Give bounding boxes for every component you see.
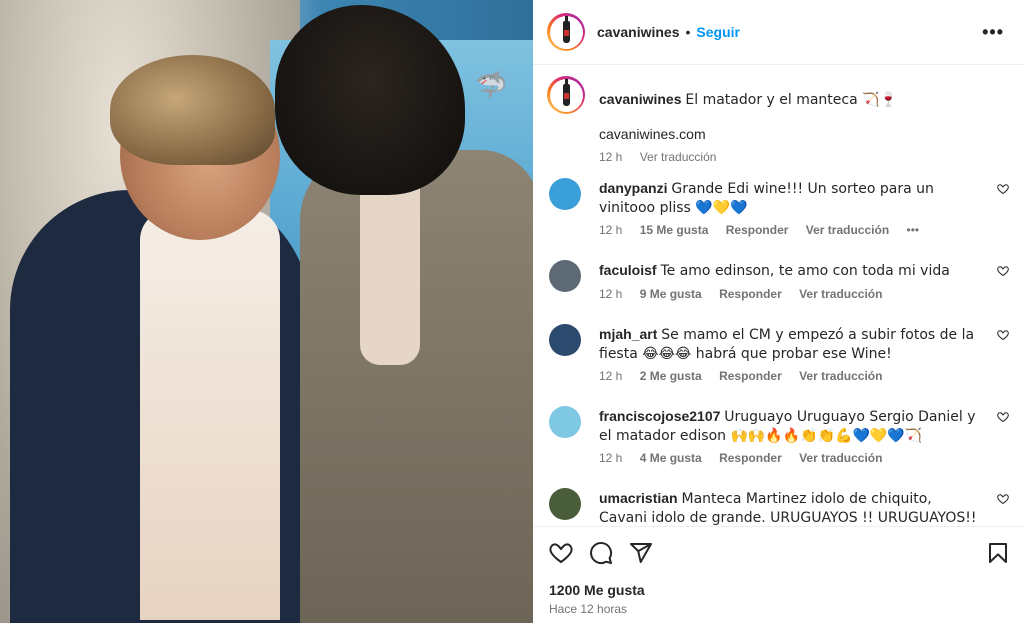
wine-bottle-icon [562,79,570,106]
comment-time: 12 h [599,451,623,465]
avatar[interactable] [549,260,581,292]
comment-time: 12 h [599,369,623,383]
bookmark-icon[interactable] [986,541,1010,565]
avatar[interactable] [549,488,581,520]
caption-time: 12 h [599,150,623,164]
follow-button[interactable]: Seguir [696,24,740,40]
comment-text: Te amo edinson, te amo con toda mi vida [660,263,950,279]
comment-username[interactable]: faculoisf [599,262,657,278]
caption-text: El matador y el manteca 🏹🍷 [685,92,897,108]
comment-likes[interactable]: 2 Me gusta [640,369,702,383]
avatar[interactable] [549,324,581,356]
comment-likes[interactable]: 4 Me gusta [640,451,702,465]
avatar[interactable] [549,406,581,438]
avatar[interactable] [549,178,581,210]
wine-bottle-icon [562,16,570,43]
translate-link[interactable]: Ver traducción [799,287,882,301]
comment-username[interactable]: danypanzi [599,180,667,196]
reply-button[interactable]: Responder [719,451,782,465]
comment-username[interactable]: franciscojose2107 [599,408,720,424]
post-header: cavaniwines • Seguir ••• [533,0,1024,65]
comment-username[interactable]: mjah_art [599,326,657,342]
likes-count[interactable]: 1200 Me gusta [549,582,645,598]
comment-like-heart-icon[interactable] [997,265,1009,277]
caption-link[interactable]: cavaniwines.com [599,126,706,142]
translate-link[interactable]: Ver traducción [799,451,882,465]
person-left-shirt [140,210,280,620]
translate-link[interactable]: Ver traducción [806,223,889,237]
person-right-hair [275,5,465,195]
shark-shape: 🦈 [475,70,508,100]
comment-like-heart-icon[interactable] [997,411,1009,423]
reply-button[interactable]: Responder [719,287,782,301]
separator-dot: • [685,24,691,40]
post-side-panel: cavaniwines • Seguir ••• cavaniwines El … [533,0,1024,623]
reply-button[interactable]: Responder [726,223,789,237]
comments-list[interactable]: cavaniwines El matador y el manteca 🏹🍷 c… [533,66,1024,526]
avatar[interactable] [547,76,585,114]
comment-likes[interactable]: 15 Me gusta [640,223,709,237]
caption-username[interactable]: cavaniwines [599,91,682,107]
comment-time: 12 h [599,223,623,237]
person-right-shirt [360,165,420,365]
comment-like-heart-icon[interactable] [997,493,1009,505]
avatar[interactable] [547,13,585,51]
comment-more-icon[interactable]: ••• [907,223,920,237]
comment-icon[interactable] [589,541,613,565]
post-photo[interactable]: 🦈 🦈 [0,0,533,623]
comment-like-heart-icon[interactable] [997,183,1009,195]
person-left-hair [110,55,275,165]
reply-button[interactable]: Responder [719,369,782,383]
translate-link[interactable]: Ver traducción [799,369,882,383]
share-icon[interactable] [629,541,653,565]
translate-link[interactable]: Ver traducción [640,150,717,164]
heart-icon[interactable] [549,541,573,565]
comment-like-heart-icon[interactable] [997,329,1009,341]
comment-username[interactable]: umacristian [599,490,678,506]
more-options-icon[interactable]: ••• [982,22,1004,43]
post-modal: 🦈 🦈 cavaniwines • Seguir ••• [0,0,1024,623]
header-username[interactable]: cavaniwines [597,24,680,40]
comment-likes[interactable]: 9 Me gusta [640,287,702,301]
post-time: Hace 12 horas [549,602,628,616]
comment-time: 12 h [599,287,623,301]
post-actions: 1200 Me gusta Hace 12 horas [533,526,1024,623]
